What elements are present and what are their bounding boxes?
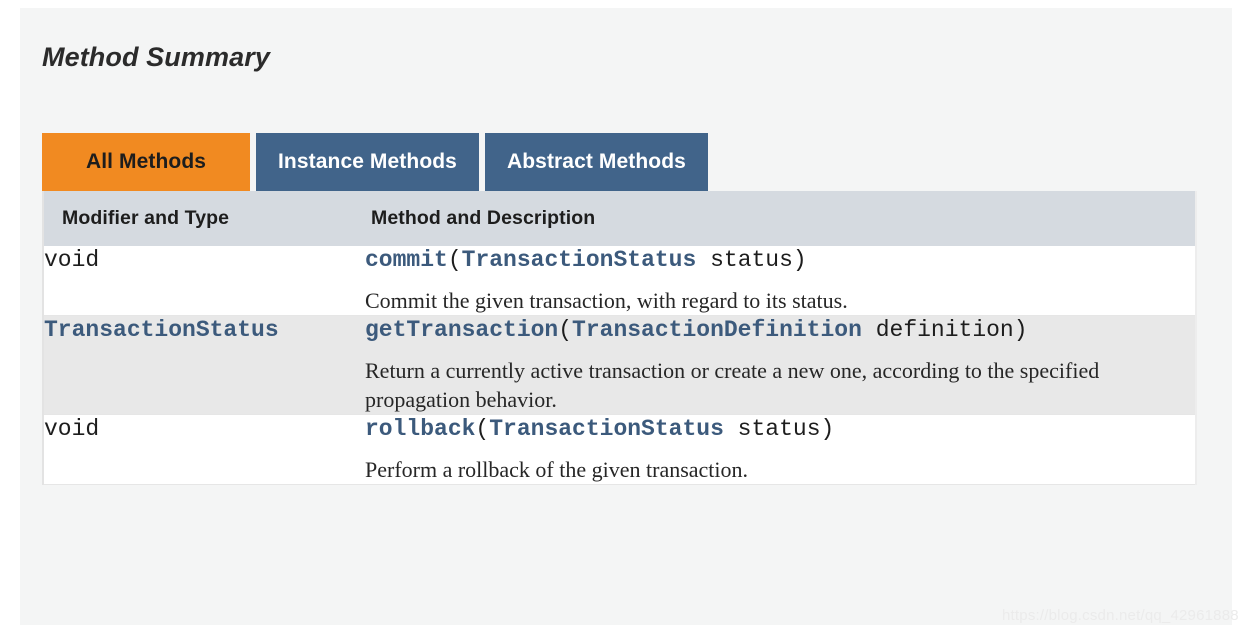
- page-root: Method Summary All Methods Instance Meth…: [0, 0, 1250, 640]
- cell-method-description: getTransaction(TransactionDefinition def…: [365, 315, 1196, 415]
- table-header-row: Modifier and Type Method and Description: [43, 191, 1196, 246]
- tab-instance-methods[interactable]: Instance Methods: [256, 133, 479, 191]
- method-signature: getTransaction(TransactionDefinition def…: [365, 316, 1195, 346]
- watermark-text: https://blog.csdn.net/qq_42961888: [1002, 607, 1239, 624]
- modifier-type-link[interactable]: TransactionStatus: [44, 317, 279, 343]
- column-header-method-and-description: Method and Description: [365, 191, 1196, 246]
- method-signature: rollback(TransactionStatus status): [365, 415, 1195, 445]
- close-paren: ): [1013, 316, 1028, 343]
- param-type-link[interactable]: TransactionDefinition: [572, 317, 862, 343]
- method-name-link[interactable]: getTransaction: [365, 317, 558, 343]
- table-row: void commit(TransactionStatus status) Co…: [43, 246, 1196, 316]
- cell-modifier-type: void: [43, 246, 365, 316]
- method-name-link[interactable]: rollback: [365, 416, 475, 442]
- modifier-type-text: void: [44, 415, 100, 442]
- param-name: status: [723, 415, 821, 442]
- column-header-modifier-and-type: Modifier and Type: [43, 191, 365, 246]
- method-description: Commit the given transaction, with regar…: [365, 287, 848, 313]
- cell-modifier-type: TransactionStatus: [43, 315, 365, 415]
- cell-method-description: commit(TransactionStatus status) Commit …: [365, 246, 1196, 316]
- method-description: Perform a rollback of the given transact…: [365, 456, 749, 482]
- cell-modifier-type: void: [43, 414, 365, 485]
- method-summary-table: Modifier and Type Method and Description…: [42, 191, 1197, 485]
- open-paren: (: [475, 415, 490, 442]
- open-paren: (: [447, 247, 462, 273]
- open-paren: (: [558, 316, 573, 343]
- method-filter-tabs: All Methods Instance Methods Abstract Me…: [42, 133, 708, 191]
- tab-abstract-methods[interactable]: Abstract Methods: [484, 133, 708, 191]
- page-title: Method Summary: [42, 42, 270, 72]
- param-name: definition: [861, 316, 1014, 343]
- close-paren: ): [792, 247, 807, 273]
- close-paren: ): [820, 415, 835, 442]
- method-description: Return a currently active transaction or…: [365, 357, 1100, 412]
- method-signature: commit(TransactionStatus status): [365, 246, 1195, 276]
- table-row: TransactionStatus getTransaction(Transac…: [43, 315, 1196, 415]
- param-type-link[interactable]: TransactionStatus: [489, 416, 724, 442]
- tab-all-methods[interactable]: All Methods: [42, 133, 250, 191]
- method-name-link[interactable]: commit: [365, 247, 448, 273]
- cell-method-description: rollback(TransactionStatus status) Perfo…: [365, 414, 1196, 485]
- param-name: status: [696, 247, 793, 273]
- modifier-type-text: void: [44, 247, 100, 273]
- table-row: void rollback(TransactionStatus status) …: [43, 414, 1196, 485]
- param-type-link[interactable]: TransactionStatus: [462, 247, 697, 273]
